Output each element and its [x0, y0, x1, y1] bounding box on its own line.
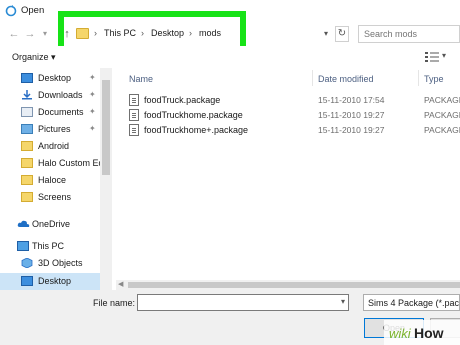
open-dialog-icon [5, 5, 17, 17]
folder-icon [21, 141, 33, 151]
pin-icon[interactable]: ✦ [89, 124, 96, 133]
breadcrumb-desktop[interactable]: Desktop [151, 28, 184, 38]
pictures-icon [21, 124, 33, 134]
nav-item-screens[interactable]: Screens [0, 189, 100, 206]
breadcrumb-separator: › [94, 28, 97, 38]
refresh-icon[interactable]: ↻ [335, 26, 349, 42]
up-arrow-icon[interactable]: ↑ [60, 27, 74, 41]
nav-scrollbar-thumb[interactable] [102, 80, 110, 175]
onedrive-icon [17, 219, 30, 229]
pin-icon[interactable]: ✦ [89, 90, 96, 99]
folder-icon [21, 158, 33, 168]
nav-item-desktop[interactable]: Desktop [0, 273, 100, 290]
search-box[interactable] [358, 25, 460, 43]
nav-item-halo-custom-ed[interactable]: Halo Custom Ed [0, 155, 104, 172]
column-divider[interactable] [312, 70, 313, 86]
file-date: 15-11-2010 17:54 [318, 95, 385, 105]
window-title: Open [21, 5, 45, 16]
chevron-down-icon[interactable]: ▾ [442, 51, 446, 60]
column-header-name[interactable]: Name [129, 74, 153, 84]
horizontal-scrollbar-thumb[interactable] [128, 282, 460, 288]
file-name-input[interactable] [141, 297, 331, 307]
folder-icon [21, 192, 33, 202]
breadcrumb-mods[interactable]: mods [199, 28, 221, 38]
file-icon [129, 109, 139, 121]
file-type-filter-value: Sims 4 Package (*.packa [368, 298, 460, 308]
pin-icon[interactable]: ✦ [89, 73, 96, 82]
file-name: foodTruckhome.package [144, 110, 243, 120]
file-name-label: File name: [93, 298, 136, 308]
svg-text:How: How [414, 325, 444, 341]
folder-icon [76, 28, 89, 39]
file-icon [129, 94, 139, 106]
file-icon [129, 124, 139, 136]
file-type: PACKAGE [424, 125, 460, 135]
file-date: 15-11-2010 19:27 [318, 110, 385, 120]
nav-item-this-pc[interactable]: This PC [0, 238, 100, 255]
column-divider[interactable] [418, 70, 419, 86]
back-arrow-icon[interactable]: ← [7, 27, 21, 41]
file-row[interactable]: foodTruck.package 15-11-2010 17:54 PACKA… [126, 93, 460, 108]
forward-arrow-icon[interactable]: → [23, 27, 37, 41]
file-date: 15-11-2010 19:27 [318, 125, 385, 135]
file-type: PACKAGE [424, 110, 460, 120]
nav-item-desktop-quick[interactable]: Desktop ✦ [0, 70, 100, 87]
file-row[interactable]: foodTruckhome.package 15-11-2010 19:27 P… [126, 108, 460, 123]
nav-item-haloce[interactable]: Haloce [0, 172, 100, 189]
file-name-combobox[interactable]: ▾ [137, 294, 349, 311]
pin-icon[interactable]: ✦ [89, 107, 96, 116]
svg-text:wiki: wiki [389, 326, 412, 341]
breadcrumb-this-pc[interactable]: This PC [104, 28, 136, 38]
breadcrumb-separator: › [141, 28, 144, 38]
download-icon [21, 90, 33, 100]
navigation-pane: Desktop ✦ Downloads ✦ Documents ✦ Pictur… [0, 68, 112, 290]
scroll-left-arrow-icon[interactable]: ◀ [118, 280, 123, 288]
file-name: foodTruck.package [144, 95, 221, 105]
nav-item-android[interactable]: Android [0, 138, 100, 155]
nav-item-3d-objects[interactable]: 3D Objects [0, 255, 100, 272]
folder-icon [21, 175, 33, 185]
column-header-date[interactable]: Date modified [318, 74, 374, 84]
desktop-icon [21, 276, 33, 286]
file-type-filter[interactable]: Sims 4 Package (*.packa [363, 294, 460, 311]
nav-item-pictures[interactable]: Pictures ✦ [0, 121, 100, 138]
pc-icon [17, 241, 29, 251]
nav-item-onedrive[interactable]: OneDrive [0, 216, 100, 233]
desktop-icon [21, 73, 33, 83]
3d-objects-icon [21, 257, 33, 269]
column-header-type[interactable]: Type [424, 74, 444, 84]
breadcrumb-separator: › [189, 28, 192, 38]
wikihow-watermark: wiki How [384, 320, 460, 345]
chevron-down-icon[interactable]: ▾ [341, 297, 345, 306]
nav-item-documents[interactable]: Documents ✦ [0, 104, 100, 121]
nav-item-downloads[interactable]: Downloads ✦ [0, 87, 100, 104]
toolbar [0, 46, 460, 68]
file-name: foodTruckhome+.package [144, 125, 248, 135]
file-type: PACKAGE [424, 95, 460, 105]
file-row[interactable]: foodTruckhome+.package 15-11-2010 19:27 … [126, 123, 460, 138]
chevron-down-icon[interactable]: ▾ [324, 27, 334, 41]
view-options-icon[interactable] [424, 51, 440, 63]
recent-locations-icon[interactable]: ▾ [38, 27, 52, 41]
search-input[interactable] [364, 29, 459, 39]
documents-icon [21, 107, 33, 117]
organize-button[interactable]: Organize ▾ [12, 52, 56, 63]
